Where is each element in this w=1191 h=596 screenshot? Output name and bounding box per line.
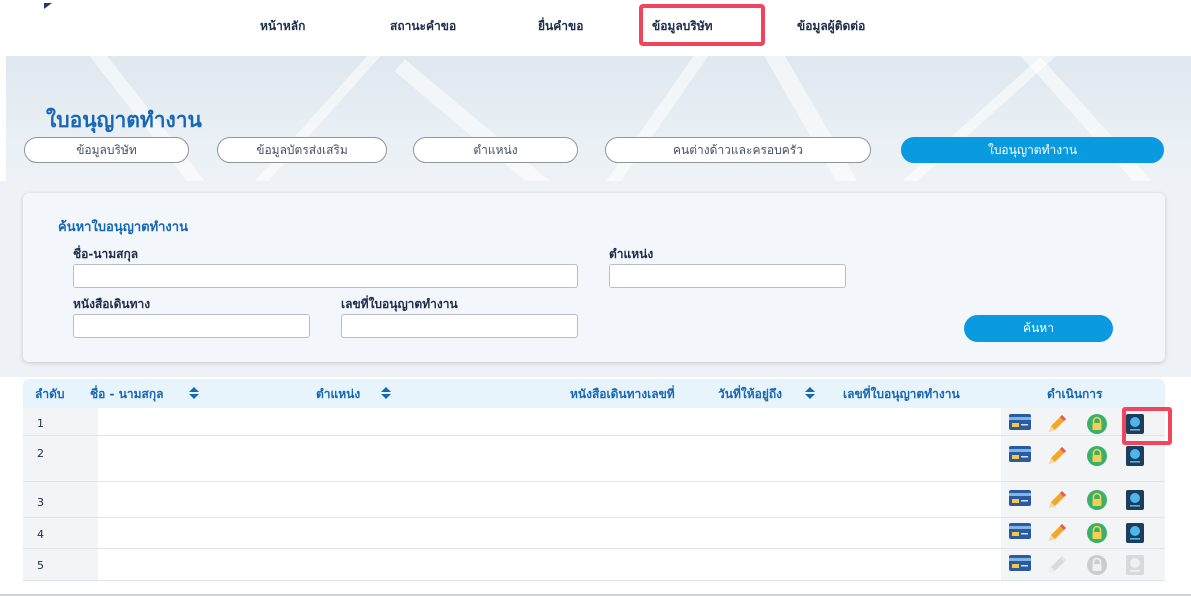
table-row [23,408,1165,436]
tab-promotion-card[interactable]: ข้อมูลบัตรส่งเสริม [217,137,387,163]
table-row [23,518,1165,549]
table-row [23,482,1165,518]
lock-icon[interactable] [1086,413,1107,434]
table-row [23,549,1165,581]
id-card-icon [1008,554,1031,574]
passport-icon[interactable] [1125,489,1145,510]
lock-icon [1086,554,1107,575]
lock-icon[interactable] [1086,489,1107,510]
tab-company-info[interactable]: ข้อมูลบริษัท [24,137,189,163]
permit-number-label: เลขที่ใบอนุญาตทำงาน [341,297,458,311]
nav-item-submit-request[interactable]: ยื่นคำขอ [538,17,583,36]
top-navigation: หน้าหลัก สถานะคำขอ ยื่นคำขอ ข้อมูลบริษัท… [0,0,1191,56]
row-index: 4 [37,528,44,541]
position-input[interactable] [609,264,846,288]
passport-label: หนังสือเดินทาง [73,297,151,311]
passport-icon[interactable] [1125,522,1145,543]
row-index: 5 [37,559,44,572]
search-button[interactable]: ค้นหา [964,315,1113,342]
column-stay-until[interactable]: วันที่ให้อยู่ถึง [718,385,782,404]
lock-icon[interactable] [1086,445,1107,466]
lock-icon[interactable] [1086,522,1107,543]
nav-item-request-status[interactable]: สถานะคำขอ [390,17,456,36]
id-card-icon[interactable] [1008,445,1031,465]
highlight-box [1122,407,1172,445]
column-actions: ดำเนินการ [1047,387,1103,401]
pencil-icon[interactable] [1046,413,1066,433]
permit-number-input[interactable] [341,314,578,338]
passport-input[interactable] [73,314,310,338]
sort-stay-until-icon[interactable] [805,387,815,399]
position-label: ตำแหน่ง [609,247,654,261]
passport-icon [1125,554,1145,575]
sort-position-icon[interactable] [381,387,391,399]
table-row [23,436,1165,482]
column-name[interactable]: ชื่อ - นามสกุล [90,385,163,404]
name-label: ชื่อ-นามสกุล [73,247,139,261]
search-heading: ค้นหาใบอนุญาตทำงาน [58,220,188,235]
pencil-icon[interactable] [1046,489,1066,509]
row-index: 2 [37,447,44,460]
tab-work-permit[interactable]: ใบอนุญาตทำงาน [901,137,1164,163]
sort-name-icon[interactable] [189,387,199,399]
column-position[interactable]: ตำแหน่ง [316,385,360,404]
tab-position[interactable]: ตำแหน่ง [413,137,578,163]
pencil-icon[interactable] [1046,522,1066,542]
column-index: ลำดับ [35,387,65,401]
row-index: 3 [37,496,44,509]
pencil-icon [1046,554,1066,574]
nav-item-contact-info[interactable]: ข้อมูลผู้ติดต่อ [797,17,865,36]
passport-icon[interactable] [1125,445,1145,466]
id-card-icon[interactable] [1008,413,1031,433]
nav-active-highlight [639,4,765,46]
column-permit-number: เลขที่ใบอนุญาตทำงาน [843,387,960,401]
page-title: ใบอนุญาตทำงาน [46,108,202,132]
column-passport: หนังสือเดินทางเลขที่ [570,387,675,401]
row-index: 1 [37,417,44,430]
id-card-icon[interactable] [1008,489,1031,509]
corner-flag-icon [44,3,52,9]
id-card-icon[interactable] [1008,522,1031,542]
name-input[interactable] [73,264,578,288]
tab-foreigners-family[interactable]: คนต่างด้าวและครอบครัว [605,137,871,163]
pencil-icon[interactable] [1046,445,1066,465]
nav-item-home[interactable]: หน้าหลัก [260,17,305,36]
